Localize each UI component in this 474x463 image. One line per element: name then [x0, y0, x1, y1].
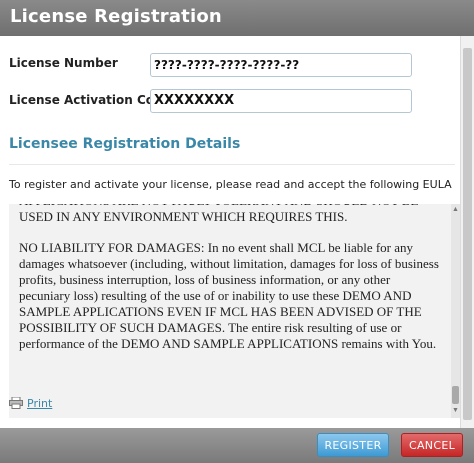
dialog-title: License Registration	[10, 6, 222, 27]
section-title: Licensee Registration Details	[9, 136, 241, 152]
dialog-footer: REGISTER CANCEL	[0, 428, 474, 463]
printer-icon	[9, 397, 23, 409]
eula-text: APPLICATIONS ARE NOT FAULT TOLERANT AND …	[19, 204, 443, 367]
print-link-group[interactable]: Print	[9, 395, 52, 411]
dialog-scrollbar[interactable]	[460, 36, 474, 428]
activation-code-label: License Activation Code	[9, 93, 171, 107]
section-divider	[9, 164, 455, 165]
print-link[interactable]: Print	[27, 397, 52, 410]
dialog-titlebar: License Registration	[0, 0, 474, 36]
eula-paragraph: NO LIABILITY FOR DAMAGES: In no event sh…	[19, 240, 439, 351]
register-button[interactable]: REGISTER	[317, 433, 389, 457]
cancel-button[interactable]: CANCEL	[401, 433, 463, 457]
eula-paragraph: APPLICATIONS ARE NOT FAULT TOLERANT AND …	[19, 204, 418, 224]
scroll-down-arrow-icon[interactable]: ▼	[452, 407, 459, 414]
license-number-input[interactable]: ????-????-????-????-??	[150, 53, 412, 77]
eula-textbox[interactable]: APPLICATIONS ARE NOT FAULT TOLERANT AND …	[9, 204, 461, 418]
eula-scroll-thumb[interactable]	[452, 386, 459, 404]
dialog-scroll-thumb[interactable]	[463, 48, 472, 420]
license-number-label: License Number	[9, 56, 118, 70]
activation-code-input[interactable]: XXXXXXXX	[150, 89, 412, 113]
dialog-content: License Number ????-????-????-????-?? Li…	[0, 36, 461, 428]
eula-intro-text: To register and activate your license, p…	[9, 178, 452, 191]
scroll-up-arrow-icon[interactable]: ▲	[452, 206, 459, 213]
